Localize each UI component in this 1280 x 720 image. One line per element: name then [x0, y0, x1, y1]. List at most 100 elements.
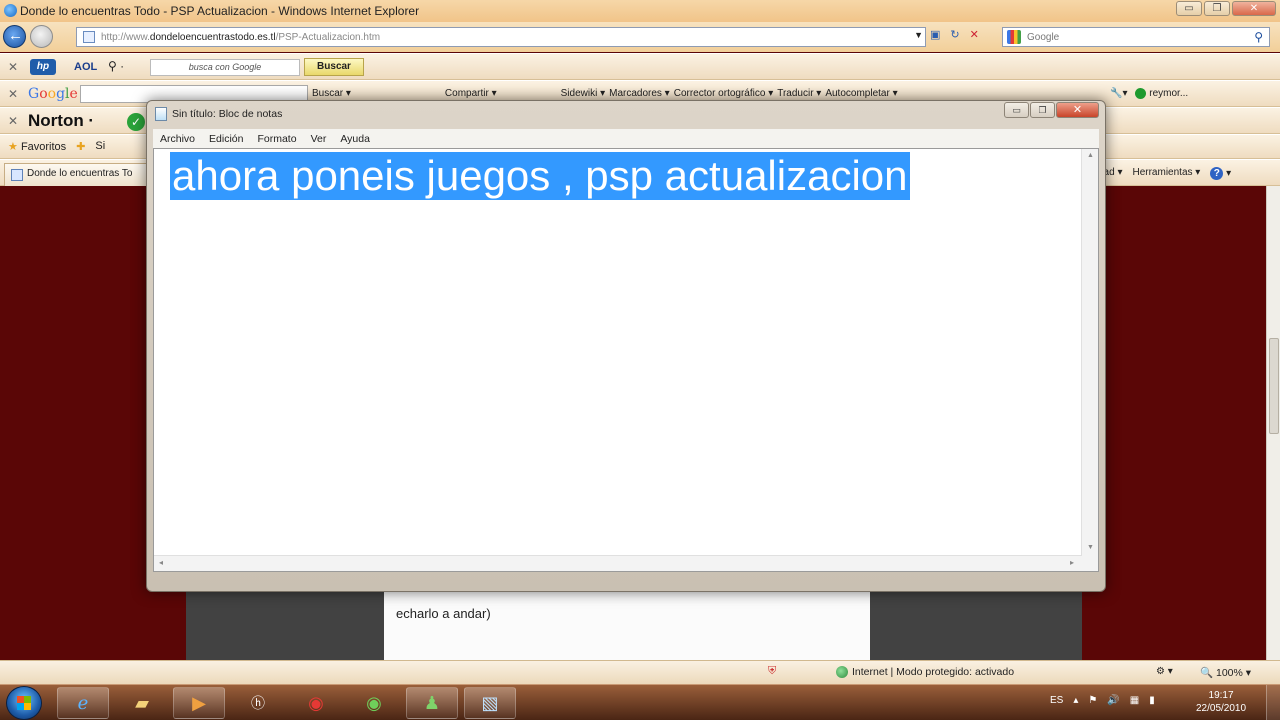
notepad-maximize-button[interactable]: ❐ [1030, 102, 1055, 118]
zoom-level[interactable]: 🔍 100% ▾ [1200, 666, 1251, 679]
google-sidewiki-button[interactable]: Sidewiki ▾ [561, 88, 605, 99]
google-traducir-button[interactable]: Traducir ▾ [777, 88, 821, 99]
add-favorite-icon[interactable]: ✚ [76, 140, 85, 153]
notepad-icon [155, 107, 167, 121]
taskbar-explorer-button[interactable]: ▰ [116, 687, 168, 719]
notepad-window: Sin título: Bloc de notas ▭ ❐ ✕ Archivo … [146, 100, 1106, 592]
notepad-close-button[interactable]: ✕ [1056, 102, 1099, 118]
google-account-button[interactable]: reymor... [1135, 88, 1188, 99]
suggested-sites-button[interactable]: Si [95, 140, 105, 153]
google-buscar-button[interactable]: Buscar ▾ [312, 88, 351, 99]
address-dropdown-icon[interactable]: ▼ [914, 30, 923, 40]
norton-check-icon[interactable]: ✓ [127, 113, 145, 131]
search-icon[interactable]: ⚲ [1254, 30, 1263, 44]
notepad-minimize-button[interactable]: ▭ [1004, 102, 1029, 118]
compat-view-icon[interactable]: ▣ [930, 28, 940, 41]
command-bar: dad ▾ Herramientas ▾ ? ▾ [1098, 167, 1231, 180]
ie-title-bar: Donde lo encuentras Todo - PSP Actualiza… [0, 0, 1280, 22]
taskbar-media-button[interactable]: ▶ [173, 687, 225, 719]
close-button[interactable]: ✕ [1232, 1, 1276, 16]
minimize-button[interactable]: ▭ [1176, 1, 1202, 16]
taskbar-notepad-button[interactable]: ▧ [464, 687, 516, 719]
scroll-down-icon[interactable]: ▼ [1087, 544, 1094, 551]
refresh-icon[interactable]: ↻ [950, 28, 959, 41]
google-user-area: 🔧▾ reymor... [1110, 88, 1188, 99]
google-marcadores-button[interactable]: Marcadores ▾ [609, 88, 670, 99]
notepad-window-controls: ▭ ❐ ✕ [1004, 102, 1099, 118]
help-button[interactable]: ? ▾ [1210, 167, 1231, 180]
scroll-right-icon[interactable]: ▸ [1070, 558, 1074, 567]
close-toolbar-icon[interactable]: ✕ [8, 114, 18, 128]
chrome-icon: ◉ [308, 692, 324, 713]
menu-archivo[interactable]: Archivo [153, 133, 202, 145]
menu-ayuda[interactable]: Ayuda [333, 133, 377, 145]
scroll-up-icon[interactable]: ▲ [1087, 152, 1094, 159]
favoritos-button[interactable]: ★ Favoritos [8, 140, 66, 153]
close-toolbar-icon[interactable]: ✕ [8, 60, 18, 74]
messenger-icon: ♟ [423, 692, 441, 713]
forward-button[interactable] [30, 25, 53, 48]
system-tray: ES ▴ ⚑ 🔊 ▦ ▮ [1050, 695, 1155, 706]
zone-indicator[interactable]: Internet | Modo protegido: activado [836, 666, 1014, 678]
scroll-left-icon[interactable]: ◂ [159, 558, 163, 567]
show-hidden-icons[interactable]: ▴ [1073, 695, 1078, 706]
hp-icon: ⓗ [251, 695, 265, 711]
menu-ver[interactable]: Ver [304, 133, 334, 145]
page-scrollbar[interactable] [1266, 186, 1280, 660]
page-favicon-icon [83, 31, 95, 43]
taskbar-messenger-button[interactable]: ♟ [406, 687, 458, 719]
media-player-icon: ▶ [192, 692, 206, 713]
language-indicator[interactable]: ES [1050, 695, 1063, 706]
notepad-vertical-scrollbar[interactable]: ▲ ▼ [1081, 149, 1098, 571]
notepad-text-area[interactable]: ahora poneis juegos , psp actualizacion … [153, 148, 1099, 572]
aol-search-icon[interactable]: ⚲ · [108, 59, 124, 73]
start-button[interactable] [6, 686, 42, 720]
aol-search-button[interactable]: Buscar [304, 58, 364, 76]
stop-icon[interactable]: ✕ [970, 28, 979, 41]
google-search-provider-icon [1007, 30, 1021, 44]
clock[interactable]: 19:17 22/05/2010 [1196, 689, 1246, 715]
taskbar-hp-button[interactable]: ⓗ [232, 687, 284, 719]
search-box[interactable]: Google ⚲ [1002, 27, 1270, 47]
security-icon[interactable]: ⛨ [768, 665, 776, 678]
google-autocompletar-button[interactable]: Autocompletar ▾ [825, 88, 897, 99]
google-corrector-button[interactable]: Corrector ortográfico ▾ [674, 88, 774, 99]
address-bar-row: http://www.dondeloencuentrastodo.es.tl/P… [0, 22, 1280, 52]
network-icon[interactable]: ▦ [1130, 695, 1139, 706]
notepad-horizontal-scrollbar[interactable]: ◂ ▸ [154, 555, 1082, 571]
wrench-icon[interactable]: 🔧▾ [1110, 88, 1127, 99]
norton-label[interactable]: Norton · [28, 111, 94, 131]
google-compartir-button[interactable]: Compartir ▾ [445, 88, 497, 99]
maximize-button[interactable]: ❐ [1204, 1, 1230, 16]
page-text: echarlo a andar) [396, 606, 491, 621]
page-right-column [870, 586, 1082, 660]
status-bar: ⛨ Internet | Modo protegido: activado ⚙ … [0, 660, 1280, 684]
show-desktop-button[interactable] [1266, 685, 1280, 720]
address-field[interactable]: http://www.dondeloencuentrastodo.es.tl/P… [76, 27, 926, 47]
menu-formato[interactable]: Formato [250, 133, 303, 145]
window-controls: ▭ ❐ ✕ [1176, 1, 1276, 16]
tab-label: Donde lo encuentras To [27, 168, 133, 179]
taskbar-ie-button[interactable]: ℯ [57, 687, 109, 719]
aol-label: AOL [74, 61, 98, 73]
ie-logo-icon [4, 4, 17, 17]
scrollbar-thumb[interactable] [1269, 338, 1279, 434]
green-app-icon: ◉ [366, 692, 382, 713]
back-button[interactable] [3, 25, 26, 48]
tab-current[interactable]: Donde lo encuentras To [4, 163, 150, 186]
flag-icon[interactable]: ⚑ [1088, 695, 1097, 706]
taskbar: ℯ ▰ ▶ ⓗ ◉ ◉ ♟ ▧ ES ▴ ⚑ 🔊 ▦ ▮ 19:17 22/05… [0, 684, 1280, 720]
volume-icon[interactable]: 🔊 [1107, 695, 1119, 706]
hp-logo-icon[interactable]: hp [30, 59, 56, 75]
zoom-tools-icon[interactable]: ⚙ ▾ [1156, 666, 1173, 677]
selected-text[interactable]: ahora poneis juegos , psp actualizacion [170, 152, 910, 200]
herramientas-menu[interactable]: Herramientas ▾ [1132, 167, 1200, 180]
close-toolbar-icon[interactable]: ✕ [8, 87, 18, 101]
aol-toolbar: ✕ hp AOL ⚲ · busca con Google Buscar [0, 53, 1280, 80]
menu-edicion[interactable]: Edición [202, 133, 250, 145]
aol-search-input[interactable]: busca con Google [150, 59, 300, 76]
power-icon[interactable]: ▮ [1149, 695, 1155, 706]
search-input[interactable]: Google [1027, 32, 1059, 43]
taskbar-chrome-button[interactable]: ◉ [290, 687, 342, 719]
taskbar-app-button[interactable]: ◉ [348, 687, 400, 719]
